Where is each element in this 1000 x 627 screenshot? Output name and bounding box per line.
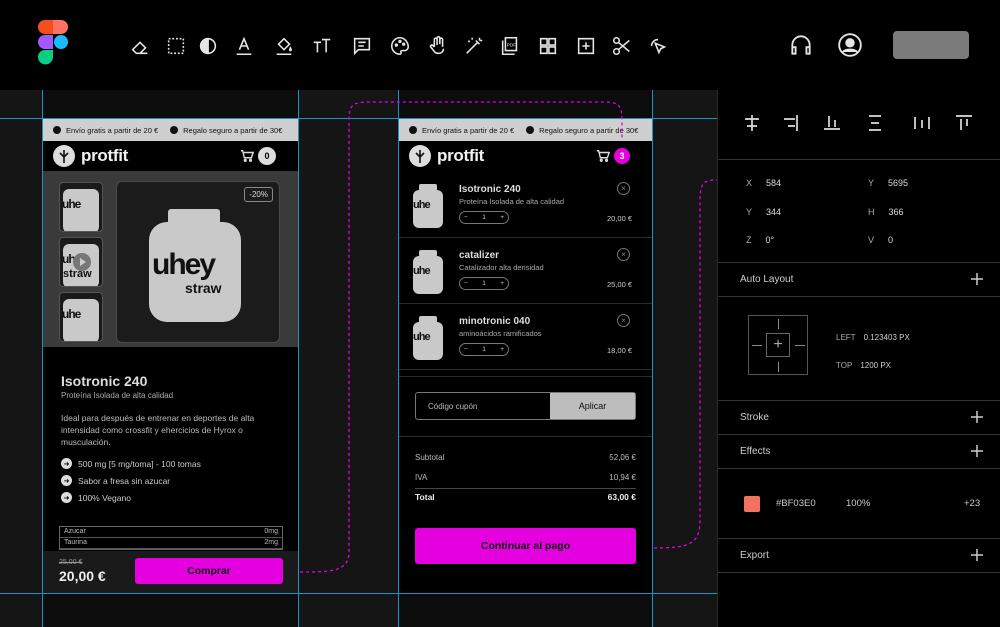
prop-value: 584 (766, 178, 782, 188)
al-value: 1200 PX (860, 361, 892, 370)
al-key: TOP (836, 361, 853, 370)
effects-header: Effects (718, 435, 1000, 469)
top-padding[interactable]: TOP 1200 PX (836, 361, 891, 370)
constraint-tick (795, 345, 805, 346)
prototype-connectors (299, 101, 717, 573)
user-icon[interactable] (837, 32, 863, 58)
add-effect-icon[interactable] (970, 444, 984, 458)
stroke-header: Stroke (718, 401, 1000, 435)
align-top-icon[interactable] (954, 113, 974, 133)
align-right-icon[interactable] (781, 113, 801, 133)
top-toolbar: PDF (0, 0, 1000, 90)
contrast-icon[interactable] (196, 34, 220, 58)
pdf-icon[interactable]: PDF (498, 34, 522, 58)
comment-icon[interactable] (350, 34, 374, 58)
fill-hex[interactable]: #BF03E0 (776, 498, 816, 509)
prop-value: 366 (888, 207, 904, 217)
prop-h[interactable]: H 366 (868, 207, 904, 217)
color-swatch[interactable] (744, 496, 760, 512)
eraser-icon[interactable] (128, 34, 152, 58)
align-bottom-icon[interactable] (822, 113, 842, 133)
prop-value: 5695 (888, 178, 909, 188)
prop-value: 344 (766, 207, 782, 217)
al-key: LEFT (836, 333, 856, 342)
prop-key: H (868, 207, 875, 217)
prop-x[interactable]: X 584 (746, 178, 781, 188)
constraint-tick (752, 345, 762, 346)
prop-key: V (868, 235, 875, 245)
select-pointer-icon[interactable] (646, 34, 670, 58)
text-color-icon[interactable] (232, 34, 256, 58)
auto-layout-body: + LEFT 0.123403 PX TOP 1200 PX (718, 297, 1000, 401)
section-title: Auto Layout (740, 274, 794, 285)
distribute-horizontal-icon[interactable] (912, 113, 932, 133)
hand-icon[interactable] (426, 34, 450, 58)
svg-text:PDF: PDF (507, 42, 516, 47)
headphones-icon[interactable] (788, 32, 814, 58)
alignment-row (718, 90, 1000, 160)
grid-icon[interactable] (536, 34, 560, 58)
prop-y2[interactable]: Y 344 (746, 207, 781, 217)
prop-key: Y (868, 178, 875, 188)
section-title: Export (740, 550, 769, 561)
constraint-widget[interactable]: + (748, 315, 808, 375)
fill-icon[interactable] (272, 34, 296, 58)
transform-props: X 584 Y 5695 Y 344 H 366 Z 0° V0 (718, 160, 1000, 263)
share-button[interactable] (893, 31, 969, 59)
properties-panel: X 584 Y 5695 Y 344 H 366 Z 0° V0 Auto Layout … (717, 90, 1000, 627)
constraint-tick (778, 319, 779, 329)
prop-key: Z (746, 235, 752, 245)
add-box-icon[interactable] (574, 34, 598, 58)
distribute-vertical-icon[interactable] (865, 113, 885, 133)
text-size-icon[interactable] (310, 34, 334, 58)
export-header: Export (718, 539, 1000, 573)
align-horizontal-center-icon[interactable] (742, 113, 762, 133)
fill-row: #BF03E0 100% +23 (718, 469, 1000, 539)
prop-key: Y (746, 207, 753, 217)
section-title: Stroke (740, 412, 769, 423)
fill-opacity[interactable]: 100% (846, 498, 870, 509)
magic-wand-icon[interactable] (462, 34, 486, 58)
constraint-tick (778, 362, 779, 372)
section-title: Effects (740, 446, 771, 457)
plus-icon: + (766, 333, 790, 357)
left-padding[interactable]: LEFT 0.123403 PX (836, 333, 910, 342)
prop-z[interactable]: Z 0° (746, 235, 774, 245)
figma-logo-icon[interactable] (38, 20, 68, 66)
palette-icon[interactable] (388, 34, 412, 58)
prop-key: X (746, 178, 753, 188)
prop-value: 0° (765, 235, 775, 245)
add-stroke-icon[interactable] (970, 410, 984, 424)
prop-y[interactable]: Y 5695 (868, 178, 908, 188)
frame-icon[interactable] (164, 34, 188, 58)
prop-v[interactable]: V0 (868, 235, 893, 245)
scissors-icon[interactable] (610, 34, 634, 58)
fill-more-count[interactable]: +23 (964, 498, 980, 509)
auto-layout-header: Auto Layout (718, 263, 1000, 297)
design-canvas[interactable]: Envío gratis a partir de 20 € Regalo seg… (0, 90, 717, 627)
prop-value: 0 (888, 235, 894, 245)
add-auto-layout-icon[interactable] (970, 272, 984, 286)
al-value: 0.123403 PX (863, 333, 910, 342)
add-export-icon[interactable] (970, 548, 984, 562)
